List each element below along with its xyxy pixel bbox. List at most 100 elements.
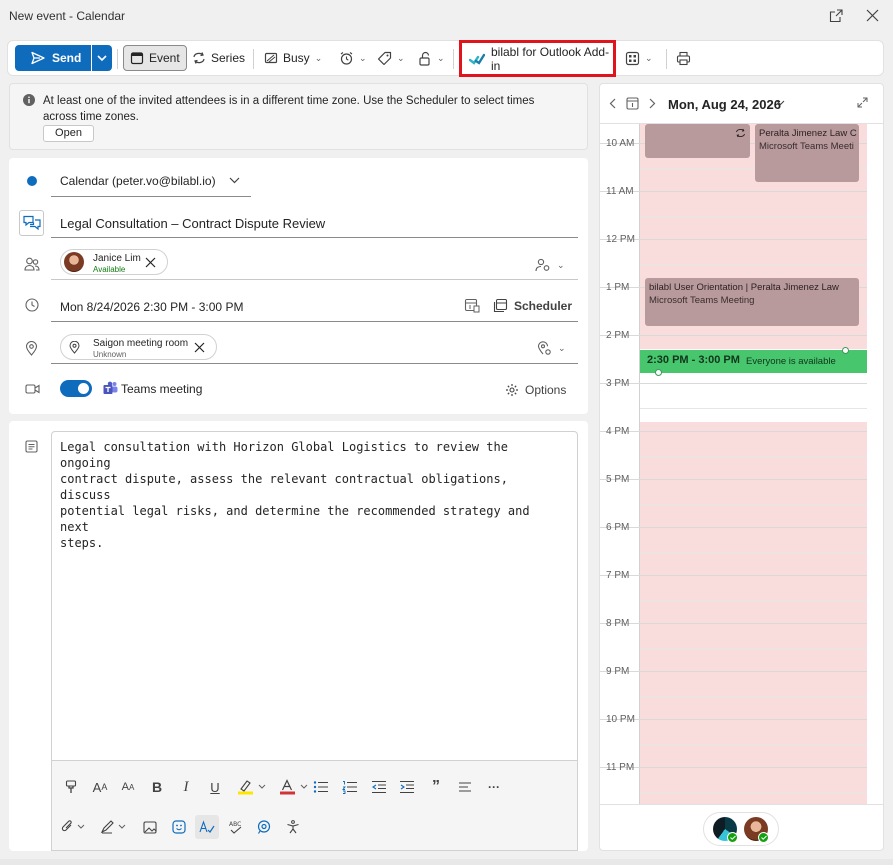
field-underline	[51, 363, 578, 364]
event-button[interactable]: Event	[123, 45, 187, 71]
remove-attendee-icon[interactable]	[145, 257, 156, 268]
calendar-event[interactable]: Peralta Jimenez Law C Microsoft Teams Me…	[755, 124, 859, 182]
insert-picture-icon[interactable]	[138, 815, 162, 839]
alarm-clock-icon	[339, 51, 354, 66]
calendar-time-grid[interactable]: 10 AM 11 AM 12 PM 1 PM 2 PM 3 PM 4 PM 5 PM 6 PM 7…	[600, 124, 883, 804]
printer-icon	[676, 51, 691, 66]
hour-gridline	[600, 191, 867, 192]
hour-label: 1 PM	[606, 282, 630, 293]
close-icon[interactable]	[866, 9, 879, 22]
resize-handle-bottom[interactable]	[655, 369, 662, 376]
chevron-down-icon[interactable]	[776, 100, 785, 106]
half-hour-gridline	[640, 744, 867, 745]
event-details-form: Calendar (peter.vo@bilabl.io) Legal Cons…	[9, 158, 588, 414]
more-options-icon[interactable]: ···	[482, 775, 506, 799]
calendar-selector[interactable]: Calendar (peter.vo@bilabl.io)	[60, 174, 216, 188]
pop-out-icon[interactable]	[829, 9, 843, 23]
quote-icon[interactable]: ”	[424, 775, 448, 799]
underline-icon[interactable]: U	[203, 775, 227, 799]
italic-icon[interactable]: I	[174, 775, 198, 799]
font-size-icon[interactable]: AA	[116, 775, 140, 799]
send-button[interactable]: Send	[15, 45, 91, 71]
scheduler-button[interactable]: Scheduler	[493, 298, 572, 313]
datetime-input[interactable]: Mon 8/24/2026 2:30 PM - 3:00 PM	[60, 300, 243, 314]
field-underline	[51, 279, 578, 280]
decrease-indent-icon[interactable]	[367, 775, 391, 799]
available-check-icon	[758, 832, 769, 843]
location-status: Unknown	[93, 350, 127, 359]
location-chip[interactable]: Saigon meeting room Unknown	[60, 334, 217, 360]
event-body-editor[interactable]: Legal consultation with Horizon Global L…	[51, 431, 578, 761]
series-button[interactable]: Series	[188, 45, 249, 71]
numbered-list-icon[interactable]	[338, 775, 362, 799]
teams-options-button[interactable]: Options	[505, 383, 566, 397]
align-left-icon[interactable]	[453, 775, 477, 799]
svg-text:ABC: ABC	[229, 821, 241, 828]
attendee-chip[interactable]: Janice Lim Available	[60, 249, 168, 275]
chevron-down-icon: ⌄	[397, 52, 405, 63]
hour-label: 11 AM	[606, 186, 634, 197]
hour-label: 3 PM	[606, 378, 630, 389]
accessibility-icon[interactable]	[281, 815, 305, 839]
toolbar-divider	[453, 49, 454, 69]
bulleted-list-icon[interactable]	[309, 775, 333, 799]
scroll-track[interactable]	[867, 124, 883, 804]
editor-icon[interactable]	[195, 815, 219, 839]
highlight-color-dropdown[interactable]	[233, 775, 271, 799]
calendar-event[interactable]	[645, 124, 750, 158]
chevron-right-icon[interactable]	[649, 98, 656, 109]
remove-location-icon[interactable]	[194, 342, 205, 353]
expand-icon[interactable]	[857, 97, 868, 108]
toolbar-divider	[117, 49, 118, 69]
show-as-dropdown[interactable]: Busy ⌄	[260, 45, 326, 71]
teams-meeting-toggle[interactable]	[60, 380, 92, 397]
chevron-down-icon: ⌄	[359, 52, 367, 63]
bilabl-addin-button[interactable]: bilabl for Outlook Add-in	[459, 40, 616, 77]
format-painter-icon[interactable]	[59, 775, 83, 799]
hour-label: 6 PM	[606, 522, 630, 533]
today-calendar-icon[interactable]	[626, 96, 639, 110]
attach-file-dropdown[interactable]	[57, 815, 91, 839]
print-button[interactable]	[672, 45, 695, 71]
resize-handle-top[interactable]	[842, 347, 849, 354]
increase-indent-icon[interactable]	[395, 775, 419, 799]
event-body-text: Legal consultation with Horizon Global L…	[60, 440, 530, 550]
title-bar: New event - Calendar	[0, 0, 893, 33]
send-options-dropdown[interactable]	[92, 45, 112, 71]
event-title-input[interactable]: Legal Consultation – Contract Dispute Re…	[60, 216, 325, 231]
sensitivity-dropdown[interactable]: ⌄	[414, 45, 449, 71]
reminder-dropdown[interactable]: ⌄	[335, 45, 371, 71]
day-calendar-pane: Mon, Aug 24, 2026 10 AM 11 AM 12 PM 1 PM 2 P…	[599, 83, 884, 851]
chevron-down-icon: ⌄	[645, 52, 653, 63]
calendar-date-picker[interactable]: Mon, Aug 24, 2026	[668, 97, 781, 112]
half-hour-gridline	[640, 600, 867, 601]
chevron-down-icon[interactable]	[229, 177, 240, 184]
signature-dropdown[interactable]	[96, 815, 132, 839]
emoji-icon[interactable]	[167, 815, 191, 839]
apps-dropdown[interactable]: ⌄	[621, 45, 657, 71]
font-icon[interactable]: AA	[88, 775, 112, 799]
send-label: Send	[52, 51, 82, 65]
loop-component-icon[interactable]	[252, 815, 276, 839]
event-body-card: Legal consultation with Horizon Global L…	[9, 421, 588, 851]
repeat-icon	[192, 51, 206, 65]
spelling-check-icon[interactable]: ABC	[224, 815, 248, 839]
open-scheduler-button[interactable]: Open	[43, 125, 94, 142]
chevron-left-icon[interactable]	[609, 98, 616, 109]
calendar-event[interactable]: bilabl User Orientation | Peralta Jimene…	[645, 278, 859, 326]
calendar-footer	[600, 804, 883, 850]
categorize-dropdown[interactable]: ⌄	[373, 45, 409, 71]
attendee-options-dropdown[interactable]: ⌄	[535, 258, 565, 272]
location-options-dropdown[interactable]: ⌄	[537, 341, 566, 356]
selected-time-slot[interactable]: 2:30 PM - 3:00 PM Everyone is available	[640, 350, 867, 373]
event-title: Peralta Jimenez Law C	[759, 128, 857, 139]
calendar-grid-icon[interactable]	[464, 298, 480, 313]
font-color-dropdown[interactable]	[275, 775, 313, 799]
video-camera-icon	[25, 383, 40, 395]
bold-icon[interactable]: B	[145, 775, 169, 799]
hour-gridline	[600, 719, 867, 720]
notes-icon	[25, 440, 38, 453]
attendee-avatars[interactable]	[703, 812, 779, 846]
event-subtitle: Microsoft Teams Meeting	[649, 295, 755, 306]
chevron-down-icon: ⌄	[437, 52, 445, 63]
